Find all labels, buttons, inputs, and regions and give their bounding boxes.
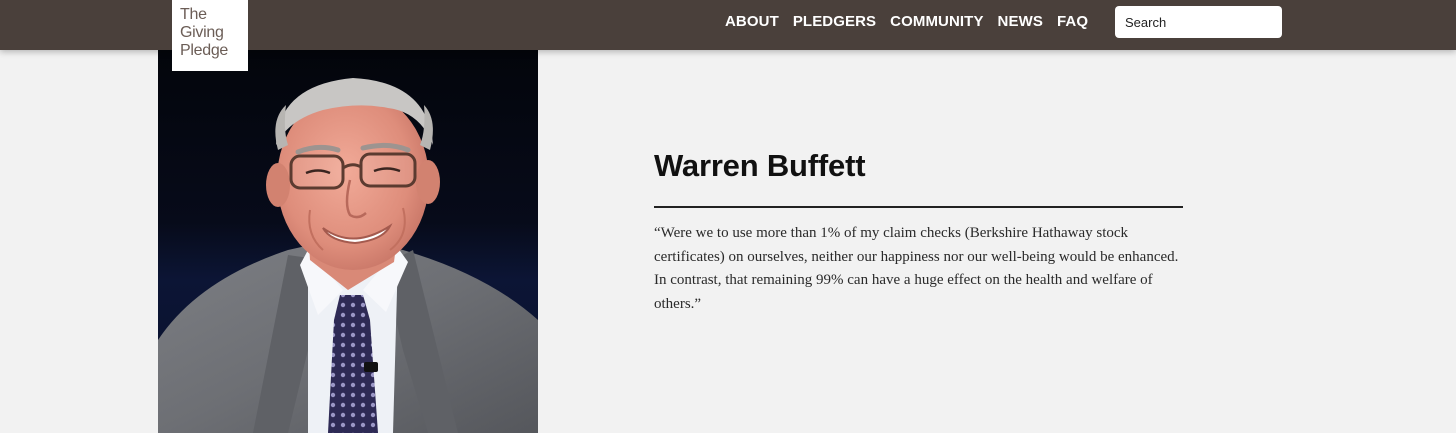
search-input[interactable] — [1115, 6, 1282, 38]
pledger-portrait — [158, 50, 538, 433]
logo-line: Pledge — [180, 42, 229, 59]
pledger-quote: “Were we to use more than 1% of my claim… — [654, 225, 1179, 312]
pledger-name: Warren Buffett — [654, 148, 866, 183]
logo-line: Giving — [180, 24, 224, 41]
main-nav: ABOUT PLEDGERS COMMUNITY NEWS FAQ — [725, 0, 1102, 42]
logo-line: The — [180, 6, 207, 23]
nav-news-link[interactable]: NEWS — [998, 13, 1043, 30]
giving-pledge-logo[interactable]: The Giving Pledge — [172, 0, 248, 71]
nav-pledgers-link[interactable]: PLEDGERS — [793, 13, 876, 30]
name-divider — [654, 206, 1183, 208]
nav-faq-link[interactable]: FAQ — [1057, 13, 1088, 30]
nav-community-link[interactable]: COMMUNITY — [890, 13, 983, 30]
nav-about-link[interactable]: ABOUT — [725, 13, 779, 30]
